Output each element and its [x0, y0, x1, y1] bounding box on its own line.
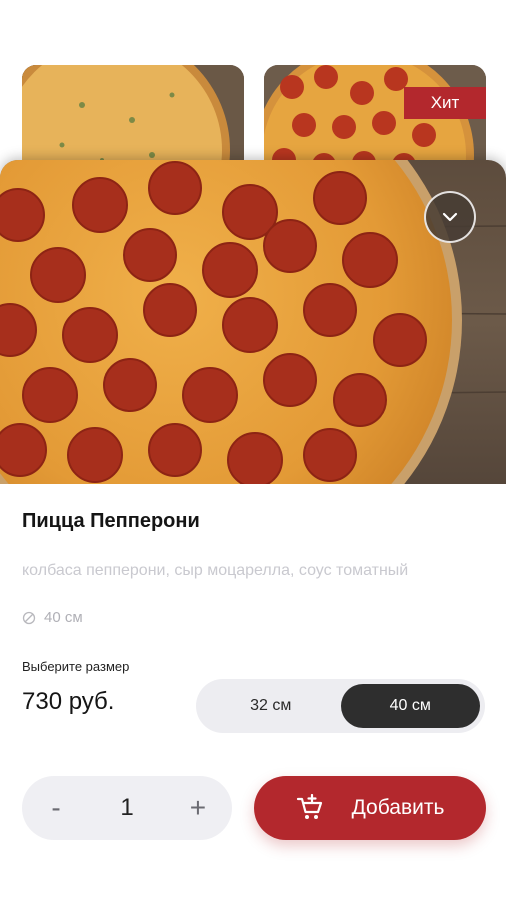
diameter-icon [22, 611, 36, 624]
pizza-card-pepperoni-hit[interactable]: Хит [264, 65, 486, 175]
product-sheet: Пицца Пепперони колбаса пепперони, сыр м… [0, 160, 506, 900]
collapse-button[interactable] [424, 191, 476, 243]
size-option-32[interactable]: 32 см [201, 684, 341, 728]
add-to-cart-button[interactable]: Добавить [254, 776, 486, 840]
product-price: 730 руб. [22, 688, 115, 715]
pizza-card-cheese[interactable] [22, 65, 244, 175]
product-image [0, 160, 506, 484]
choose-size-label: Выберите размер [22, 659, 130, 674]
size-option-40[interactable]: 40 см [340, 684, 480, 728]
quantity-stepper: - 1 + [22, 776, 232, 840]
quantity-value: 1 [120, 794, 134, 821]
hit-badge: Хит [404, 87, 486, 119]
cart-add-icon [296, 794, 322, 819]
size-selector: 32 см 40 см [196, 679, 485, 733]
product-title: Пицца Пепперони [22, 510, 200, 532]
add-to-cart-label: Добавить [351, 796, 445, 819]
size-info: 40 см [22, 609, 83, 626]
product-description: колбаса пепперони, сыр моцарелла, соус т… [22, 562, 409, 579]
size-info-text: 40 см [44, 609, 83, 626]
chevron-down-icon [442, 212, 458, 222]
increment-button[interactable]: + [186, 794, 210, 822]
decrement-button[interactable]: - [44, 794, 68, 822]
